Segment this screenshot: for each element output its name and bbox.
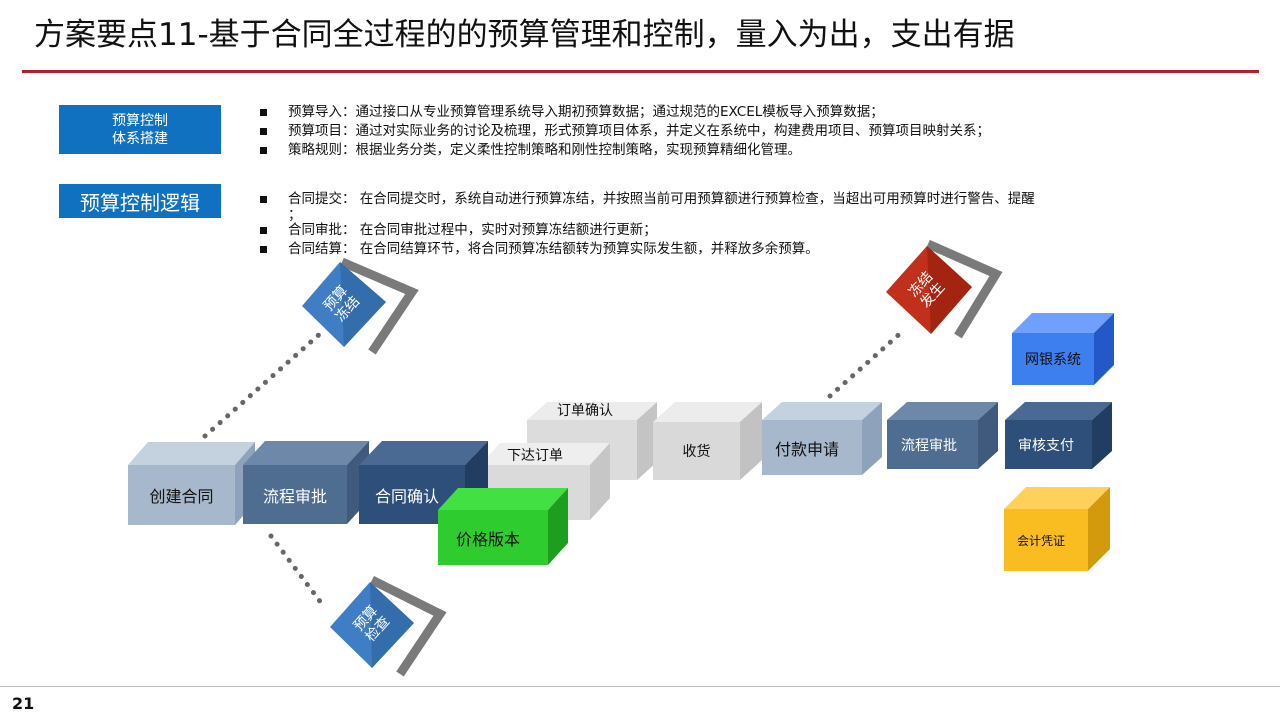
label-flow-approval: 流程审批 [262,486,327,506]
label-accounting-voucher: 会计凭证 [1016,533,1065,548]
label-audit-payment: 审核支付 [1018,437,1074,454]
footer-divider [0,686,1280,687]
label-receive-goods: 收货 [682,444,711,460]
label-bank-system: 网银系统 [1025,352,1081,368]
label-price-version: 价格版本 [455,529,520,549]
connector-freeze [202,329,325,439]
label-payment-request: 付款申请 [774,439,839,459]
connector-check [268,533,328,611]
label-create-contract: 创建合同 [149,487,214,506]
label-place-order: 下达订单 [507,448,563,464]
label-order-confirm: 订单确认 [557,403,613,419]
page-number: 21 [12,694,35,713]
label-flow-approval-2: 流程审批 [901,437,957,454]
connector-occur [827,327,907,399]
